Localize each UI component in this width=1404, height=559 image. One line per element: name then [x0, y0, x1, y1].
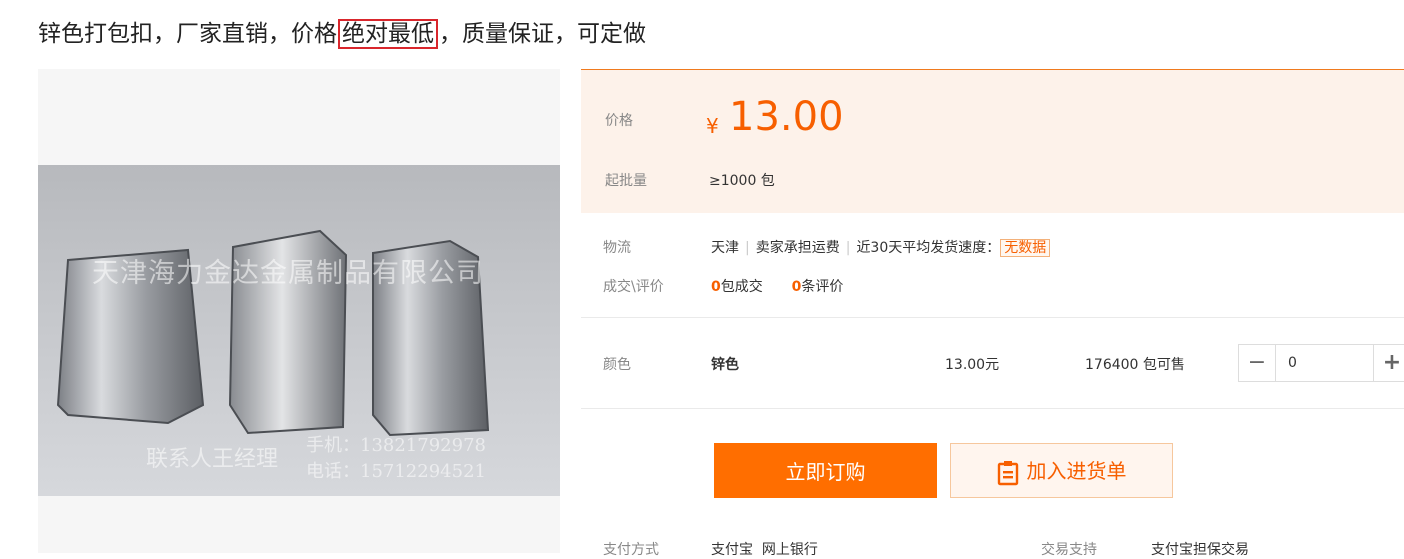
add-to-cart-label: 加入进货单: [1026, 459, 1127, 484]
trade-label: 成交\评价: [603, 279, 664, 295]
title-highlight: 绝对最低: [338, 19, 438, 49]
reviews-unit[interactable]: 条评价: [801, 279, 843, 295]
separator: |: [845, 240, 851, 256]
buy-now-button[interactable]: 立即订购: [714, 443, 937, 498]
separator: |: [745, 240, 750, 256]
product-title: 锌色打包扣，厂家直销，价格 绝对最低 ，质量保证，可定做: [38, 14, 646, 49]
divider: [581, 408, 1404, 409]
quantity-stepper: − +: [1238, 344, 1404, 382]
logistics-origin: 天津: [711, 240, 739, 256]
price-label: 价格: [605, 113, 633, 129]
reviews-count[interactable]: 0: [792, 279, 802, 295]
title-text-before: 锌色打包扣，厂家直销，价格: [38, 21, 337, 47]
orders-count: 0: [711, 279, 721, 295]
quantity-minus-button[interactable]: −: [1239, 345, 1276, 381]
purchase-panel: 价格 ¥ 13.00 起批量 ≥1000 包 物流 天津 | 卖家承担运费 | 近30天…: [581, 69, 1404, 558]
price-box: 价格 ¥ 13.00 起批量 ≥1000 包: [581, 69, 1404, 213]
logistics-speed-badge: 无数据: [1000, 239, 1051, 257]
product-photo[interactable]: 天津海力金达金属制品有限公司 联系人王经理 手机：13821792978 电话：…: [38, 165, 560, 496]
watermark-company: 天津海力金达金属制品有限公司: [92, 258, 484, 289]
sku-color-label: 颜色: [603, 357, 631, 373]
add-to-cart-button[interactable]: 加入进货单: [950, 443, 1173, 498]
quantity-input[interactable]: [1276, 345, 1384, 380]
sku-name: 锌色: [711, 357, 739, 373]
sku-stock: 176400 包可售: [1085, 357, 1185, 373]
logistics-speed-label: 近30天平均发货速度：: [856, 240, 1001, 256]
clipboard-icon: [997, 460, 1018, 485]
divider: [581, 317, 1404, 318]
currency-symbol: ¥: [706, 114, 719, 138]
watermark-mobile: 手机：13821792978: [306, 435, 486, 456]
watermark-phone: 电话：15712294521: [306, 461, 486, 482]
title-text-after: ，质量保证，可定做: [439, 21, 646, 47]
support-value: 支付宝担保交易: [1151, 542, 1249, 558]
product-image-area: 天津海力金达金属制品有限公司 联系人王经理 手机：13821792978 电话：…: [38, 69, 560, 553]
watermark-contact: 联系人王经理: [146, 447, 279, 472]
moq-label: 起批量: [605, 173, 647, 189]
logistics-label: 物流: [603, 240, 631, 256]
orders-unit: 包成交: [720, 279, 763, 295]
price-value: 13.00: [729, 94, 844, 140]
payment-value: 支付宝 网上银行: [711, 542, 818, 558]
logistics-shipping: 卖家承担运费: [755, 240, 840, 256]
payment-label: 支付方式: [603, 542, 659, 558]
support-label: 交易支持: [1041, 542, 1097, 558]
trade-info: 0包成交 0条评价: [711, 276, 843, 296]
logistics-info: 天津 | 卖家承担运费 | 近30天平均发货速度： 无数据: [711, 237, 1051, 257]
quantity-plus-button[interactable]: +: [1373, 345, 1404, 381]
moq-value: ≥1000 包: [709, 173, 775, 189]
sku-price: 13.00元: [945, 357, 1000, 373]
